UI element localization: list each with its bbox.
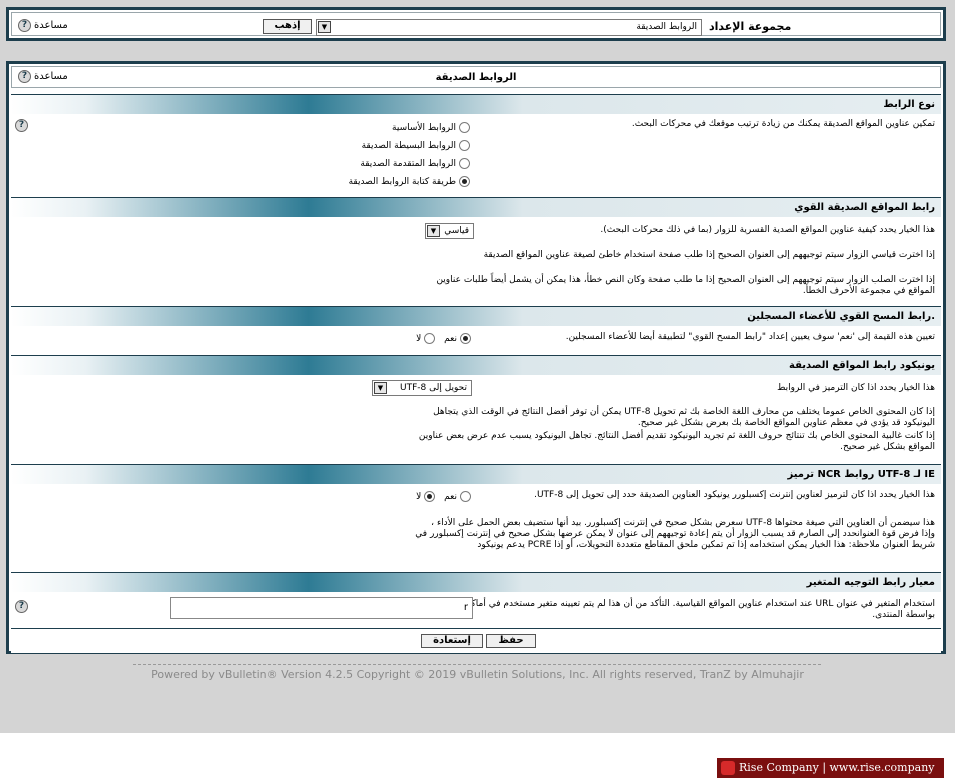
section-strong-link-header: رابط المواقع الصديقة القوي bbox=[11, 197, 941, 217]
strong-link-select-value: قياسي bbox=[444, 226, 469, 236]
strong-scan-no[interactable]: لا bbox=[416, 333, 436, 344]
reset-button[interactable]: إستعادة bbox=[421, 634, 483, 648]
ncr-options: نعم لا bbox=[409, 491, 471, 502]
strong-link-desc3: إذا اخترت الصلب الزوار سيتم توجيههم إلى … bbox=[436, 275, 935, 296]
link-type-option-basic[interactable]: الروابط الأساسية bbox=[270, 119, 470, 137]
link-type-option-advanced[interactable]: الروابط المتقدمة الصديقة bbox=[270, 155, 470, 173]
link-type-row: تمكين عناوين المواقع الصديقة يمكنك من زي… bbox=[11, 114, 941, 196]
radio-icon[interactable] bbox=[459, 158, 470, 169]
strong-link-select[interactable]: ▼ قياسي bbox=[425, 223, 474, 239]
section-strong-scan-header: رابط المسح القوي للأعضاء المسجلين. bbox=[11, 306, 941, 326]
section-heading: رابط المواقع الصديقة القوي bbox=[794, 202, 935, 213]
radio-icon[interactable] bbox=[424, 333, 436, 344]
top-help[interactable]: ? مساعدة bbox=[18, 19, 68, 32]
friendly-urls-panel: ? مساعدة الروابط الصديقة نوع الرابط تمكي… bbox=[6, 61, 946, 654]
radio-selected-icon[interactable] bbox=[424, 491, 436, 502]
radio-selected-icon[interactable] bbox=[459, 176, 470, 187]
variable-row: استخدام المتغير في عنوان URL عند استخدام… bbox=[11, 592, 941, 627]
radio-icon[interactable] bbox=[459, 140, 470, 151]
unicode-desc1: هذا الخيار يحدد اذا كان الترميز في الروا… bbox=[777, 383, 935, 393]
strong-scan-yes[interactable]: نعم bbox=[444, 333, 471, 344]
unicode-desc2: إذا كان المحتوى الخاص عموما يختلف من محا… bbox=[433, 407, 935, 428]
footer-divider bbox=[133, 664, 821, 665]
footer-copyright: Powered by vBulletin® Version 4.2.5 Copy… bbox=[151, 668, 804, 681]
link-type-option-rewrite[interactable]: طريقة كتابة الروابط الصديقة bbox=[270, 173, 470, 191]
brand-text: Rise Company | www.rise.company bbox=[739, 761, 935, 774]
unicode-select[interactable]: ▼ تحويل إلى UTF-8 bbox=[372, 380, 472, 396]
save-button[interactable]: حفظ bbox=[486, 634, 536, 648]
ncr-desc1: هذا الخيار يحدد اذا كان لترميز لعناوين إ… bbox=[534, 490, 935, 500]
section-heading: رابط المسح القوي للأعضاء المسجلين. bbox=[747, 311, 935, 322]
ncr-no[interactable]: لا bbox=[416, 491, 436, 502]
variable-input[interactable]: r bbox=[170, 597, 473, 619]
variable-description: استخدام المتغير في عنوان URL عند استخدام… bbox=[441, 599, 935, 620]
ncr-yes[interactable]: نعم bbox=[444, 491, 471, 502]
setting-group-select[interactable]: ▼ الروابط الصديقة bbox=[316, 19, 702, 36]
chevron-down-icon[interactable]: ▼ bbox=[427, 225, 440, 237]
brand-banner: Rise Company | www.rise.company bbox=[717, 758, 944, 778]
unicode-select-value: تحويل إلى UTF-8 bbox=[399, 383, 467, 393]
help-icon[interactable]: ? bbox=[15, 600, 28, 613]
link-type-description: تمكين عناوين المواقع الصديقة يمكنك من زي… bbox=[631, 119, 935, 129]
strong-link-row: هذا الخيار يحدد كيفية عناوين المواقع الص… bbox=[11, 217, 941, 307]
setting-group-bar: ? مساعدة مجموعة الإعداد ▼ الروابط الصديق… bbox=[11, 12, 941, 36]
help-icon[interactable]: ? bbox=[18, 19, 31, 32]
link-type-option-simple[interactable]: الروابط البسيطة الصديقة bbox=[270, 137, 470, 155]
link-type-options: الروابط الأساسية الروابط البسيطة الصديقة… bbox=[270, 119, 470, 191]
section-link-type-header: نوع الرابط bbox=[11, 94, 941, 114]
strong-scan-row: تعيين هذه القيمة إلى 'نعم' سوف يعيين إعد… bbox=[11, 326, 941, 356]
chevron-down-icon[interactable]: ▼ bbox=[318, 21, 331, 33]
panel-title: الروابط الصديقة bbox=[435, 72, 517, 83]
section-heading: ترميز NCR روابط UTF-8 لـ IE bbox=[787, 469, 935, 480]
chevron-down-icon[interactable]: ▼ bbox=[374, 382, 387, 394]
go-button[interactable]: إذهب bbox=[263, 19, 312, 34]
section-variable-header: معيار رابط التوجيه المتغير bbox=[11, 572, 941, 592]
panel-title-bar: ? مساعدة الروابط الصديقة bbox=[11, 66, 941, 88]
strong-link-desc2: إذا اخترت قياسي الزوار سيتم توجيههم إلى … bbox=[483, 250, 935, 260]
ncr-desc2: هذا سيضمن أن العناوين التي صيغة محتواها … bbox=[415, 518, 935, 550]
radio-selected-icon[interactable] bbox=[460, 333, 471, 344]
radio-icon[interactable] bbox=[459, 122, 470, 133]
unicode-row: هذا الخيار يحدد اذا كان الترميز في الروا… bbox=[11, 375, 941, 463]
top-help-label: مساعدة bbox=[34, 20, 68, 31]
strong-scan-options: نعم لا bbox=[409, 333, 471, 344]
brand-logo-icon bbox=[721, 761, 735, 775]
radio-icon[interactable] bbox=[460, 491, 471, 502]
help-icon[interactable]: ? bbox=[15, 119, 28, 132]
ncr-row: هذا الخيار يحدد اذا كان لترميز لعناوين إ… bbox=[11, 484, 941, 572]
section-ncr-header: ترميز NCR روابط UTF-8 لـ IE bbox=[11, 464, 941, 484]
strong-scan-description: تعيين هذه القيمة إلى 'نعم' سوف يعيين إعد… bbox=[565, 332, 935, 342]
section-heading: نوع الرابط bbox=[883, 99, 935, 110]
setting-group-panel: ? مساعدة مجموعة الإعداد ▼ الروابط الصديق… bbox=[6, 7, 946, 41]
setting-group-label: مجموعة الإعداد bbox=[709, 20, 792, 33]
setting-group-value: الروابط الصديقة bbox=[636, 22, 697, 32]
strong-link-desc1: هذا الخيار يحدد كيفية عناوين المواقع الص… bbox=[600, 225, 935, 235]
section-unicode-header: يونيكود رابط المواقع الصديقة bbox=[11, 355, 941, 375]
unicode-desc3: إذا كانت غالبية المحتوى الخاص بك تنتائج … bbox=[418, 431, 935, 452]
section-heading: معيار رابط التوجيه المتغير bbox=[806, 577, 935, 588]
section-heading: يونيكود رابط المواقع الصديقة bbox=[789, 360, 935, 371]
form-buttons-row: حفظ إستعادة bbox=[11, 628, 941, 653]
